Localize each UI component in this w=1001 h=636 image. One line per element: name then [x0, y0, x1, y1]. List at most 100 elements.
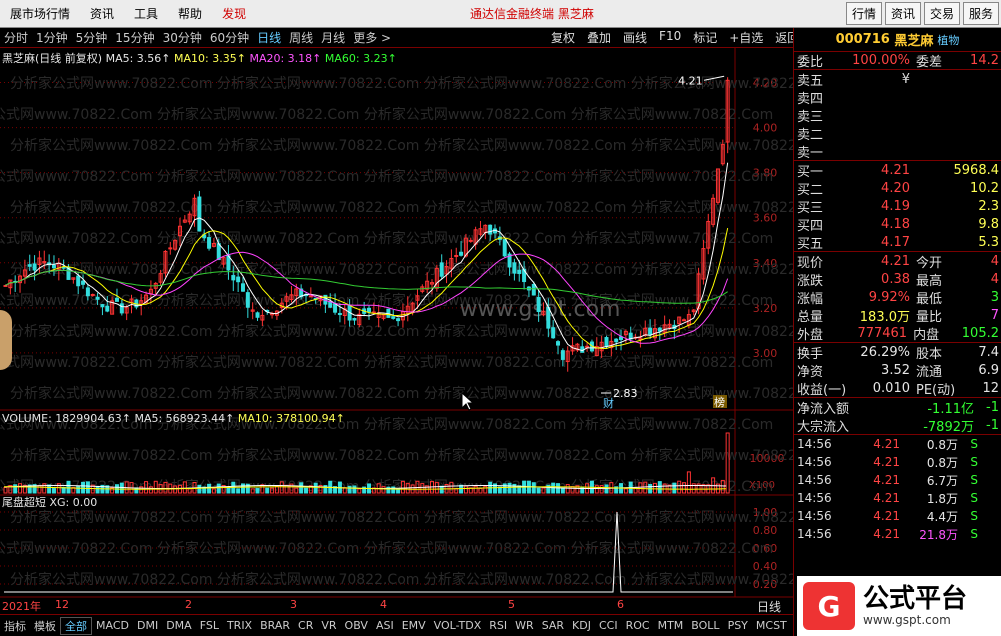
tab-19[interactable]: CCI	[595, 619, 622, 632]
watermark-text: 分析家公式网www.70822.Com 分析家公式网www.70822.Com …	[10, 385, 793, 402]
stat-value: 3.52	[881, 362, 910, 378]
stat-label: 收益(一)	[797, 382, 847, 398]
watermark-text: 分析家公式网www.70822.Com 分析家公式网www.70822.Com …	[10, 199, 793, 216]
weibi-label: 委比	[797, 55, 824, 70]
period-30min[interactable]: 30分钟	[159, 29, 206, 46]
buy-row: 买三 4.19 2.3	[794, 197, 1001, 216]
volume-value: VOLUME: 1829904.63↑	[2, 412, 131, 425]
tab-20[interactable]: ROC	[622, 619, 654, 632]
candle-body	[396, 318, 401, 322]
menu-news[interactable]: 资讯	[80, 5, 124, 22]
volume-bar	[531, 482, 536, 494]
industry-tag[interactable]: 植物	[937, 32, 959, 48]
watermark-text: 分析家公式网www.70822.Com 分析家公式网www.70822.Com …	[10, 447, 793, 464]
news-button[interactable]: 资讯	[884, 2, 921, 25]
tab-12[interactable]: ASI	[372, 619, 398, 632]
tick-price: 4.21	[873, 455, 900, 469]
volume-bar	[560, 487, 565, 494]
period-1min[interactable]: 1分钟	[32, 29, 72, 46]
period-60min[interactable]: 60分钟	[206, 29, 253, 46]
stock-code: 000716	[835, 32, 890, 47]
stat-row: 涨幅 9.92% 最低 3	[794, 288, 1001, 307]
candle-body	[488, 224, 493, 235]
tab-10[interactable]: VR	[317, 619, 340, 632]
candle-body	[556, 341, 561, 346]
stat-row: 换手 26.29% 股本 7.4	[794, 343, 1001, 362]
candle-body	[197, 196, 202, 232]
tab-16[interactable]: WR	[511, 619, 538, 632]
quote-button[interactable]: 行情	[845, 2, 882, 25]
tab-21[interactable]: MTM	[654, 619, 688, 632]
watermark-text: 分析家公式网www.70822.Com 分析家公式网www.70822.Com …	[0, 540, 773, 557]
menu-discover[interactable]: 发现	[212, 5, 256, 22]
tab-14[interactable]: VOL-TDX	[430, 619, 486, 632]
add-watchlist-button[interactable]: +自选	[723, 29, 769, 46]
tab-3[interactable]: MACD	[92, 619, 133, 632]
flow-value: -1.11亿	[927, 401, 974, 417]
tab-9[interactable]: CR	[294, 619, 317, 632]
menu-bar: 展市场行情 资讯 工具 帮助 发现 通达信金融终端 黑芝麻 行情 资讯 交易 服…	[0, 0, 1001, 28]
volume-bar	[507, 482, 512, 494]
service-button[interactable]: 服务	[962, 2, 999, 25]
period-more[interactable]: 更多 >	[349, 29, 395, 46]
stat-label: 股本	[916, 346, 943, 362]
tab-23[interactable]: PSY	[724, 619, 752, 632]
volume-bar	[604, 484, 609, 494]
tick-volume: 4.4万	[926, 509, 958, 524]
kline-chart[interactable]: 4.204.003.803.603.403.203.0010000X1001.0…	[0, 48, 793, 598]
f10-button[interactable]: F10	[653, 29, 687, 46]
buy-price: 4.19	[881, 198, 910, 214]
stat-value: 0.38	[881, 271, 910, 287]
tab-22[interactable]: BOLL	[687, 619, 723, 632]
volume-legend: VOLUME: 1829904.63↑ MA5: 568923.44↑ MA10…	[2, 412, 345, 425]
stat-value: 105.2	[961, 325, 999, 341]
tab-1[interactable]: 模板	[30, 618, 60, 634]
tab-7[interactable]: TRIX	[223, 619, 256, 632]
indicator-name: 尾盘超短	[2, 496, 46, 509]
legend-ma60: MA60: 3.23↑	[324, 52, 397, 65]
tab-11[interactable]: OBV	[341, 619, 372, 632]
tab-17[interactable]: SAR	[538, 619, 568, 632]
overlay-button[interactable]: 叠加	[581, 29, 617, 46]
period-timeshare[interactable]: 分时	[0, 29, 32, 46]
tick-time: 14:56	[797, 527, 832, 541]
period-daily[interactable]: 日线	[253, 29, 285, 46]
tab-8[interactable]: BRAR	[256, 619, 294, 632]
menu-market[interactable]: 展市场行情	[0, 5, 80, 22]
stat-value: 0.010	[872, 380, 910, 396]
tab-18[interactable]: KDJ	[568, 619, 595, 632]
stat-label: 最高	[916, 273, 943, 289]
trade-button[interactable]: 交易	[923, 2, 960, 25]
period-15min[interactable]: 15分钟	[111, 29, 158, 46]
tab-4[interactable]: DMI	[133, 619, 162, 632]
tab-24[interactable]: MCST	[752, 619, 791, 632]
stat-row: 现价 4.21 今开 4	[794, 252, 1001, 271]
ma5-line	[5, 162, 729, 352]
volume-bar	[236, 488, 241, 494]
indicator-xg: XG: 0.00	[49, 496, 98, 509]
menu-help[interactable]: 帮助	[168, 5, 212, 22]
tab-2[interactable]: 全部	[60, 616, 92, 635]
period-weekly[interactable]: 周线	[285, 29, 317, 46]
stat-label: 外盘	[797, 327, 824, 343]
fundamental-stats: 换手 26.29% 股本 7.4 净资 3.52 流通 6.9 收益(一) 0.010 PE(动) 1…	[794, 343, 1001, 398]
menu-tools[interactable]: 工具	[124, 5, 168, 22]
stat-value: 183.0万	[859, 309, 910, 325]
period-monthly[interactable]: 月线	[317, 29, 349, 46]
tab-15[interactable]: RSI	[485, 619, 511, 632]
candle-body	[32, 263, 37, 271]
tab-6[interactable]: FSL	[196, 619, 223, 632]
tick-side: S	[970, 455, 978, 469]
side-expand-handle[interactable]	[0, 310, 12, 370]
tab-0[interactable]: 指标	[0, 618, 30, 634]
date-label: 5	[508, 598, 515, 611]
draw-line-button[interactable]: 画线	[617, 29, 653, 46]
tab-5[interactable]: DMA	[162, 619, 196, 632]
restore-rights-button[interactable]: 复权	[545, 29, 581, 46]
mark-button[interactable]: 标记	[687, 29, 723, 46]
period-5min[interactable]: 5分钟	[72, 29, 112, 46]
stat-row: 外盘 777461 内盘 105.2	[794, 324, 1001, 343]
candle-body	[560, 350, 565, 360]
volume-bar	[216, 483, 221, 494]
tab-13[interactable]: EMV	[398, 619, 430, 632]
